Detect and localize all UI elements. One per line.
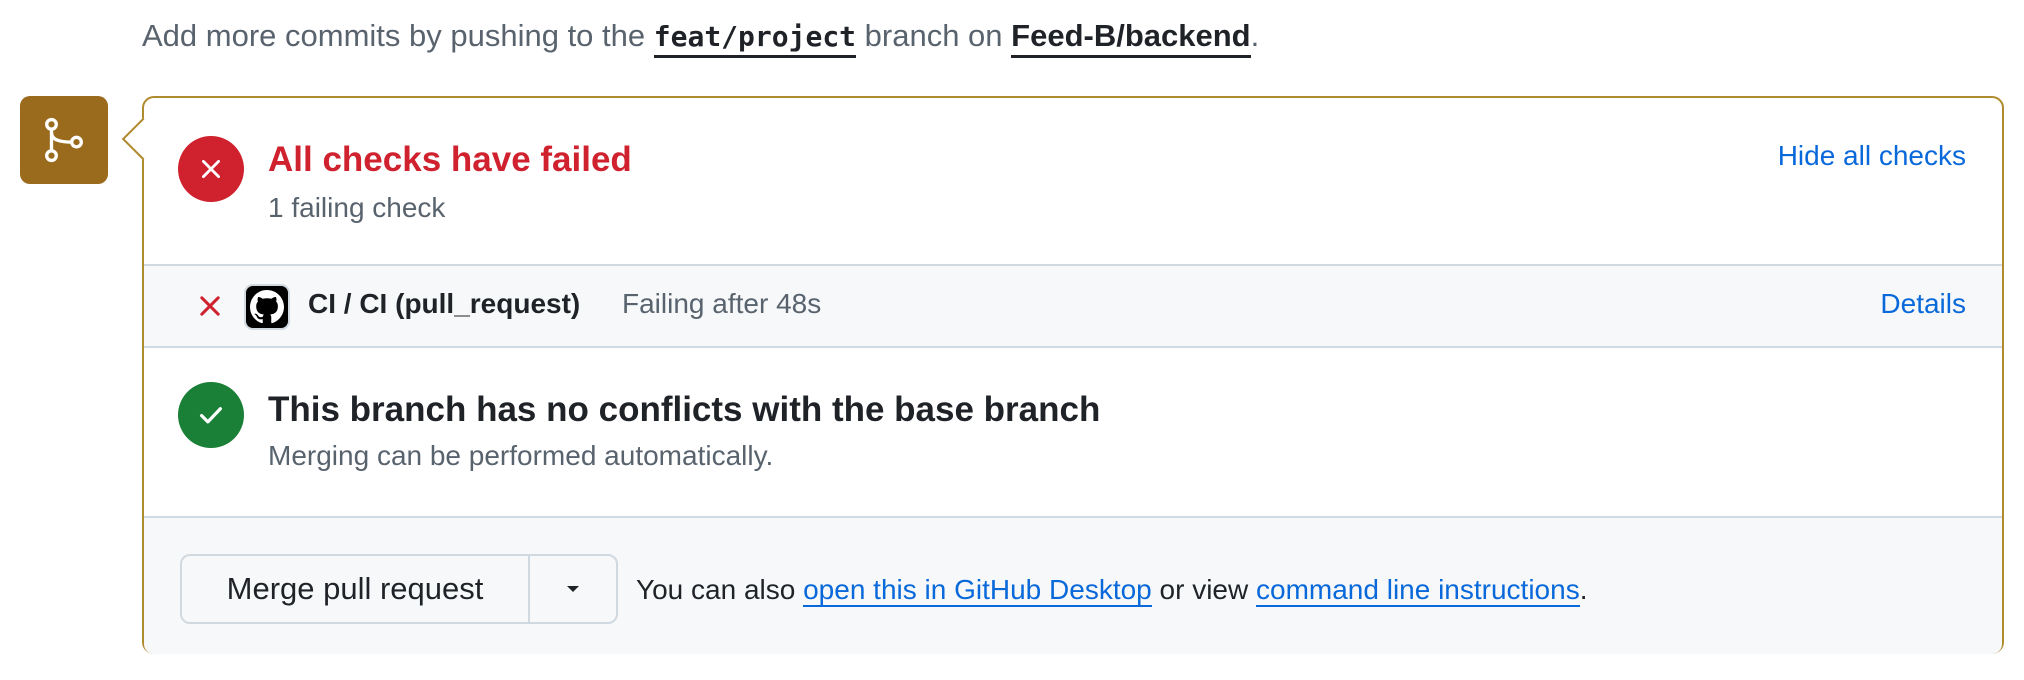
push-hint-suffix: . bbox=[1250, 18, 1260, 53]
check-name: CI / CI (pull_request) bbox=[308, 288, 581, 319]
checks-title: All checks have failed bbox=[268, 140, 632, 179]
push-hint: Add more commits by pushing to the feat/… bbox=[142, 18, 1260, 58]
alternate-merge-text: You can also open this in GitHub Desktop… bbox=[636, 574, 1588, 607]
conflicts-subtitle: Merging can be performed automatically. bbox=[268, 440, 774, 471]
git-merge-icon bbox=[20, 96, 108, 184]
check-circle-icon bbox=[178, 382, 244, 448]
also-suffix: . bbox=[1579, 574, 1588, 605]
check-status: Failing after 48s bbox=[622, 288, 822, 319]
check-item: CI / CI (pull_request) Failing after 48s… bbox=[144, 264, 2002, 348]
repo-link[interactable]: Feed-B/backend bbox=[1011, 18, 1251, 58]
x-icon bbox=[196, 292, 224, 325]
push-hint-prefix: Add more commits by pushing to the bbox=[142, 18, 654, 53]
merge-options-dropdown[interactable] bbox=[530, 556, 616, 622]
branch-name[interactable]: feat/project bbox=[653, 20, 857, 58]
checks-summary: All checks have failed 1 failing check H… bbox=[144, 98, 2002, 264]
github-desktop-link[interactable]: open this in GitHub Desktop bbox=[803, 574, 1152, 607]
also-prefix: You can also bbox=[636, 574, 804, 605]
merge-actions: Merge pull request You can also open thi… bbox=[144, 516, 2002, 654]
merge-pull-request-button[interactable]: Merge pull request bbox=[182, 556, 530, 622]
triangle-down-icon bbox=[567, 586, 579, 592]
x-circle-icon bbox=[178, 136, 244, 202]
merge-button-group: Merge pull request bbox=[180, 554, 618, 624]
github-icon bbox=[244, 284, 290, 330]
hide-all-checks-link[interactable]: Hide all checks bbox=[1778, 140, 1966, 172]
checks-subtitle: 1 failing check bbox=[268, 192, 446, 223]
command-line-instructions-link[interactable]: command line instructions bbox=[1256, 574, 1580, 607]
push-hint-middle: branch on bbox=[856, 18, 1012, 53]
conflicts-title: This branch has no conflicts with the ba… bbox=[268, 390, 1101, 429]
also-middle: or view bbox=[1151, 574, 1256, 605]
check-details-link[interactable]: Details bbox=[1880, 288, 1966, 320]
merge-box: All checks have failed 1 failing check H… bbox=[142, 96, 2004, 654]
